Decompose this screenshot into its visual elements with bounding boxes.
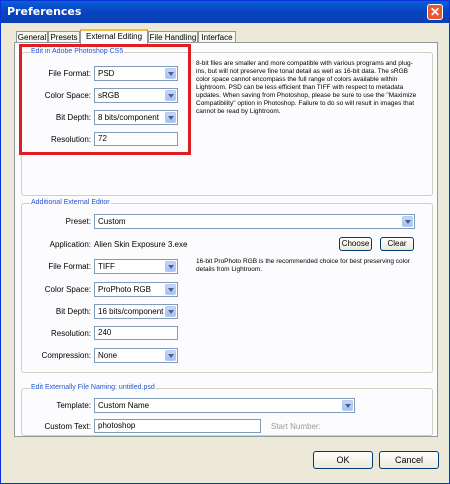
ae-info-text: 16-bit ProPhoto RGB is the recommended c… [196,258,410,273]
title-bar[interactable]: Preferences ✕ [1,1,449,23]
compression-value: None [98,351,118,360]
close-icon: ✕ [429,5,441,19]
ae-file-format-value: TIFF [98,262,115,271]
highlight-annotation [19,44,191,155]
ae-color-space-value: ProPhoto RGB [98,285,151,294]
close-button[interactable]: ✕ [427,4,443,20]
ps-info-text: 8-bit files are smaller and more compati… [196,60,417,115]
chevron-down-icon [402,216,413,227]
ae-bit-depth-label: Bit Depth: [55,307,91,316]
compression-select[interactable]: None [94,348,178,363]
preset-value: Custom [98,217,126,226]
ae-bit-depth-value: 16 bits/component [98,307,164,316]
file-naming-legend: Edit Externally File Naming: untitled.ps… [30,384,156,391]
template-select[interactable]: Custom Name [94,398,355,413]
window-title: Preferences [7,5,82,18]
clear-button[interactable]: Clear [380,237,414,251]
ae-color-space-select[interactable]: ProPhoto RGB [94,282,178,297]
ae-file-format-select[interactable]: TIFF [94,259,178,274]
additional-group-legend: Additional External Editor [30,199,111,206]
compression-label: Compression: [41,351,91,360]
chevron-down-icon [165,350,176,361]
tab-external-editing[interactable]: External Editing [80,29,148,44]
preset-select[interactable]: Custom [94,214,415,229]
chevron-down-icon [165,306,176,317]
chevron-down-icon [342,400,353,411]
ok-button[interactable]: OK [313,451,373,469]
ae-resolution-input[interactable]: 240 [94,326,178,340]
preferences-window: Preferences ✕ General Presets External E… [0,0,450,484]
template-label: Template: [56,401,91,410]
ae-bit-depth-select[interactable]: 16 bits/component [94,304,178,319]
template-value: Custom Name [98,401,150,410]
application-value: Alien Skin Exposure 3.exe [94,240,188,249]
choose-button[interactable]: Choose [339,237,372,251]
chevron-down-icon [165,284,176,295]
ae-file-format-label: File Format: [48,262,91,271]
custom-text-label: Custom Text: [44,422,91,431]
preset-label: Preset: [65,217,91,226]
ae-resolution-label: Resolution: [50,329,91,338]
chevron-down-icon [165,261,176,272]
custom-text-input[interactable]: photoshop [94,419,261,433]
ae-color-space-label: Color Space: [44,285,91,294]
start-number-label: Start Number: [271,422,321,431]
cancel-button[interactable]: Cancel [379,451,439,469]
application-label: Application: [49,240,91,249]
